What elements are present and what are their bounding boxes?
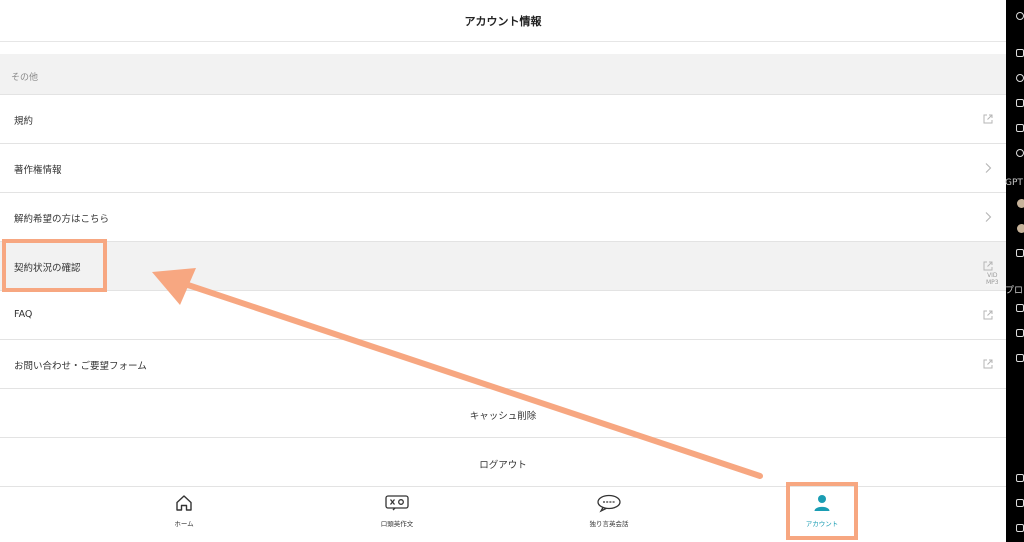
menu-item-terms[interactable]: 規約 <box>0 95 1006 144</box>
sidebar-grid-icon[interactable] <box>1016 124 1024 132</box>
logout-button[interactable]: ログアウト <box>0 438 1006 487</box>
external-link-icon <box>983 114 993 124</box>
folder-icon[interactable] <box>1016 524 1024 532</box>
tab-label: アカウント <box>805 520 839 528</box>
page-title: アカウント情報 <box>464 14 542 28</box>
menu-item-contract-status[interactable]: 契約状況の確認 <box>0 242 1006 291</box>
clear-cache-button[interactable]: キャッシュ削除 <box>0 389 1006 438</box>
menu-item-label: 著作権情報 <box>14 165 62 176</box>
folder-icon[interactable] <box>1016 499 1024 507</box>
menu-item-contact-form[interactable]: お問い合わせ・ご要望フォーム <box>0 340 1006 389</box>
app-window: アカウント情報 その他 規約 著作権情報 解約希望の方はこちら 契約状況の確認 … <box>0 0 1006 542</box>
folder-icon[interactable] <box>1016 474 1024 482</box>
tab-bar: ホーム 口頭英作文 独り言英会話 アカウント <box>0 486 1006 542</box>
page-header: アカウント情報 <box>0 0 1006 42</box>
openai-icon[interactable] <box>1016 12 1024 20</box>
clear-cache-label: キャッシュ削除 <box>469 411 537 422</box>
tab-label: 口頭英作文 <box>380 520 414 528</box>
chevron-right-icon <box>985 212 992 222</box>
tab-self-talk[interactable]: 独り言英会話 <box>549 487 669 542</box>
logout-label: ログアウト <box>479 460 527 471</box>
menu-item-faq[interactable]: FAQ <box>0 291 1006 340</box>
tab-label: 独り言英会話 <box>589 520 629 528</box>
sidebar-square-icon[interactable] <box>1016 49 1024 57</box>
chevron-right-icon <box>985 163 992 173</box>
menu-item-copyright[interactable]: 著作権情報 <box>0 144 1006 193</box>
section-header: その他 <box>0 54 1006 95</box>
browser-sidebar <box>1006 0 1024 542</box>
tab-account[interactable]: アカウント <box>762 487 882 542</box>
tab-label: ホーム <box>174 520 194 528</box>
menu-item-label: 解約希望の方はこちら <box>14 214 110 225</box>
external-link-icon <box>983 261 993 271</box>
tab-home[interactable]: ホーム <box>124 487 244 542</box>
section-label: その他 <box>11 73 39 83</box>
sidebar-compass-icon[interactable] <box>1016 149 1024 157</box>
sidebar-circle-icon[interactable] <box>1016 74 1024 82</box>
menu-item-label: お問い合わせ・ご要望フォーム <box>14 361 147 372</box>
folder-icon[interactable] <box>1016 354 1024 362</box>
sidebar-box-icon[interactable] <box>1016 99 1024 107</box>
menu-item-label: 契約状況の確認 <box>14 263 81 274</box>
sidebar-gpt-label: GPT <box>1005 178 1023 188</box>
badge-line-2: MP3 <box>986 279 999 286</box>
section-gap <box>0 42 1006 54</box>
media-badge: VID MP3 <box>986 272 999 286</box>
menu-item-label: 規約 <box>14 116 34 127</box>
sidebar-cube-icon[interactable] <box>1016 249 1024 257</box>
sidebar-pro-label: プロ <box>1005 286 1024 296</box>
home-icon <box>176 495 192 511</box>
speech-bubble-icon <box>597 494 621 513</box>
menu-item-label: FAQ <box>14 309 33 320</box>
external-link-icon <box>983 359 993 369</box>
badge-line-1: VID <box>987 272 998 279</box>
folder-icon[interactable] <box>1016 329 1024 337</box>
tab-oral-composition[interactable]: 口頭英作文 <box>337 487 457 542</box>
menu-item-cancellation[interactable]: 解約希望の方はこちら <box>0 193 1006 242</box>
sidebar-avatar[interactable] <box>1017 224 1024 233</box>
external-link-icon <box>983 310 993 320</box>
folder-icon[interactable] <box>1016 304 1024 312</box>
person-icon <box>814 495 830 511</box>
sidebar-avatar[interactable] <box>1017 199 1024 208</box>
chat-x-icon <box>385 495 409 511</box>
